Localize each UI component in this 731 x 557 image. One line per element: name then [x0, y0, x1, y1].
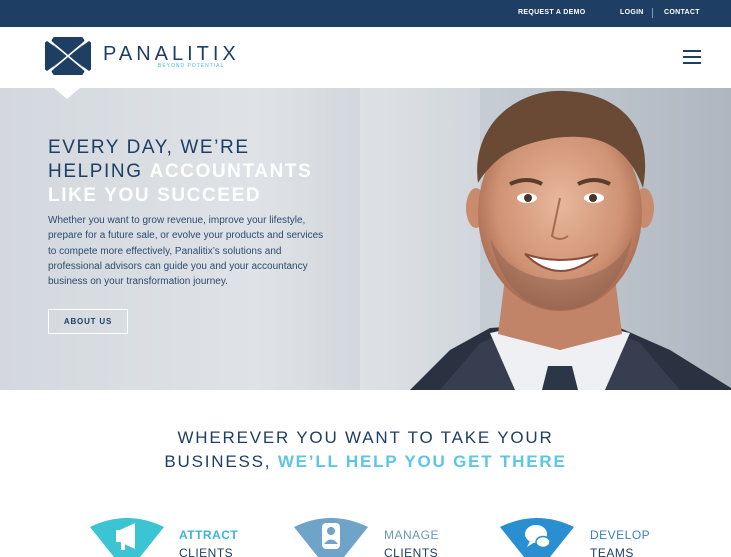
- about-us-button[interactable]: ABOUT US: [48, 309, 128, 334]
- section-title-line2: BUSINESS,: [164, 452, 278, 471]
- hero-notch: [54, 88, 80, 99]
- feature-develop-subtitle: TEAMS: [590, 546, 634, 557]
- feature-attract[interactable]: ATTRACT CLIENTS: [179, 526, 238, 557]
- develop-teams-card[interactable]: [500, 515, 574, 557]
- login-link[interactable]: LOGIN: [620, 9, 644, 16]
- megaphone-icon: [90, 518, 164, 557]
- feature-develop[interactable]: DEVELOP TEAMS: [590, 526, 650, 557]
- hero-title-line1: EVERY DAY, WE’RE: [48, 137, 250, 158]
- feature-attract-subtitle: CLIENTS: [179, 546, 234, 557]
- hero-title-highlight-accountants: ACCOUNTANTS: [149, 161, 313, 182]
- feature-develop-title: DEVELOP: [590, 528, 651, 542]
- topbar-separator: [652, 8, 653, 18]
- request-demo-link[interactable]: REQUEST A DEMO: [518, 9, 585, 16]
- contact-link[interactable]: CONTACT: [664, 9, 700, 16]
- feature-manage[interactable]: MANAGE CLIENTS: [384, 526, 439, 557]
- brand-tagline: BEYOND POTENTIAL: [158, 63, 225, 69]
- hero-title: EVERY DAY, WE’RE HELPING ACCOUNTANTS LIK…: [48, 136, 312, 208]
- section-title-line1: WHEREVER YOU WANT TO TAKE YOUR: [177, 428, 554, 447]
- chat-bubbles-icon: [500, 518, 574, 557]
- attract-clients-card[interactable]: [90, 515, 164, 557]
- feature-manage-title: MANAGE: [384, 528, 440, 542]
- hamburger-menu-icon[interactable]: [683, 50, 701, 64]
- feature-attract-title: ATTRACT: [179, 528, 239, 542]
- feature-manage-subtitle: CLIENTS: [384, 546, 439, 557]
- top-bar: REQUEST A DEMO LOGIN CONTACT: [0, 0, 731, 27]
- hero-title-line3: LIKE YOU SUCCEED: [48, 185, 262, 206]
- person-icon: [294, 518, 368, 557]
- section-title: WHEREVER YOU WANT TO TAKE YOUR BUSINESS,…: [0, 426, 731, 474]
- panalitix-logo-icon[interactable]: [45, 37, 91, 75]
- site-header: PANALITIX BEYOND POTENTIAL: [0, 27, 731, 88]
- manage-clients-card[interactable]: [294, 515, 368, 557]
- hero-body-text: Whether you want to grow revenue, improv…: [48, 215, 324, 288]
- smiling-businessman-photo: [410, 88, 731, 390]
- hero-title-line2: HELPING: [48, 161, 150, 182]
- section-title-highlight: WE’LL HELP YOU GET THERE: [277, 452, 567, 471]
